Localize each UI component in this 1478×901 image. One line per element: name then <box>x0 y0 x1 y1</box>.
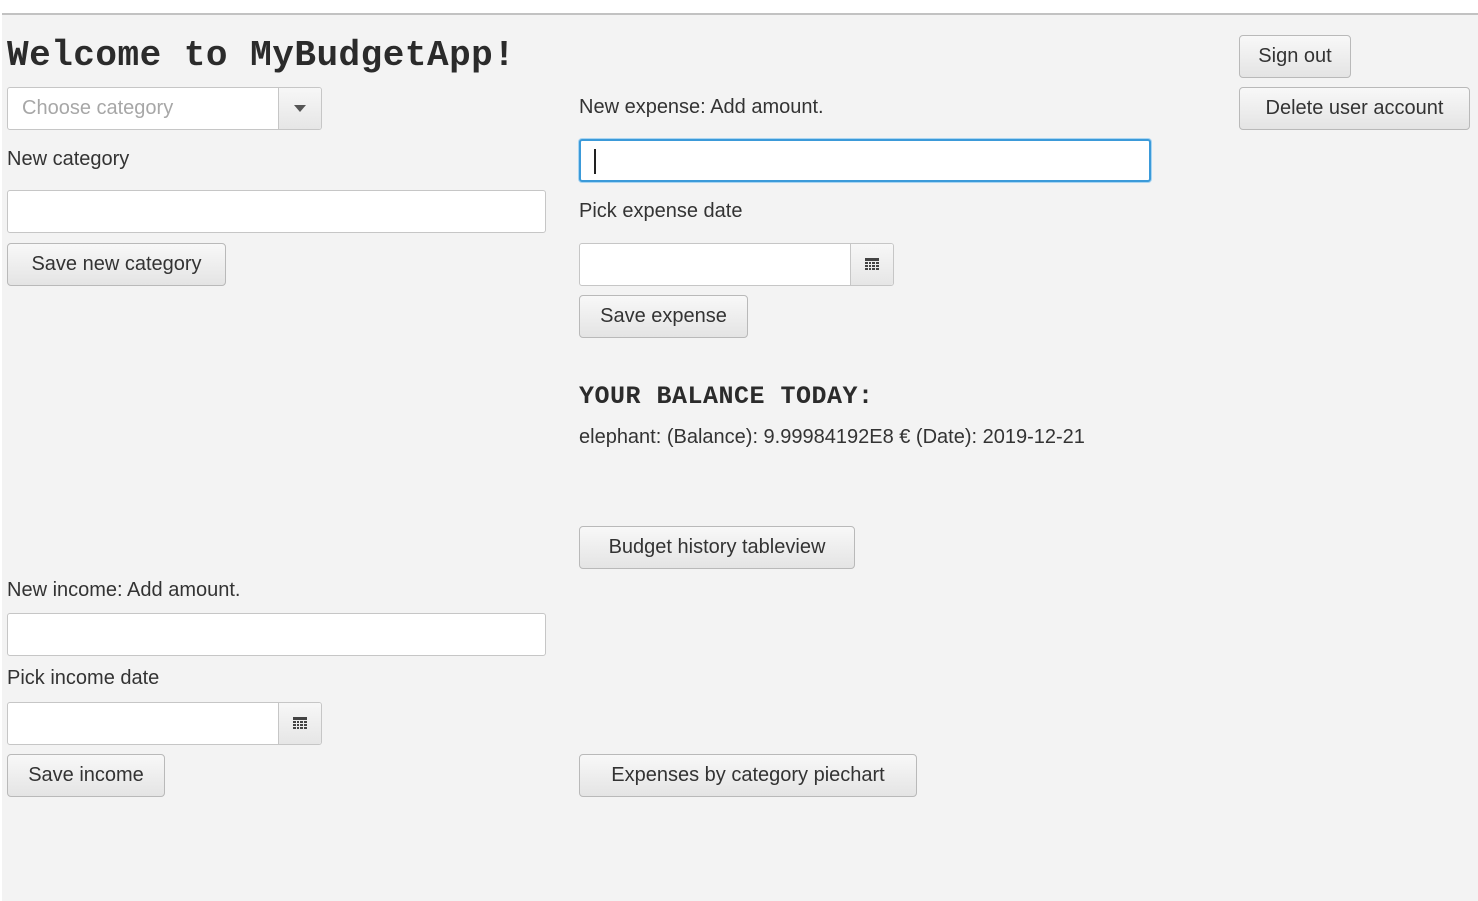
budget-history-button[interactable]: Budget history tableview <box>579 526 855 569</box>
new-category-label: New category <box>7 148 130 170</box>
expense-amount-input[interactable] <box>579 139 1151 182</box>
expense-date-label: Pick expense date <box>579 200 743 222</box>
save-income-button[interactable]: Save income <box>7 754 165 797</box>
expense-date-picker[interactable] <box>579 243 894 286</box>
expense-date-input[interactable] <box>580 244 850 285</box>
expenses-piechart-button[interactable]: Expenses by category piechart <box>579 754 917 797</box>
category-dropdown-button[interactable] <box>278 88 321 129</box>
income-date-picker[interactable] <box>7 702 322 745</box>
sign-out-button[interactable]: Sign out <box>1239 35 1351 78</box>
balance-text: elephant: (Balance): 9.99984192E8 € (Dat… <box>579 426 1085 448</box>
page-title: Welcome to MyBudgetApp! <box>7 35 516 76</box>
app-window: Welcome to MyBudgetApp! Sign out Delete … <box>2 13 1478 901</box>
balance-title: YOUR BALANCE TODAY: <box>579 382 874 411</box>
save-expense-button[interactable]: Save expense <box>579 295 748 338</box>
calendar-icon <box>293 717 307 729</box>
category-select-placeholder: Choose category <box>22 97 174 119</box>
income-calendar-button[interactable] <box>278 703 321 744</box>
income-date-input[interactable] <box>8 703 278 744</box>
income-amount-input[interactable] <box>7 613 546 656</box>
text-caret <box>594 149 596 174</box>
category-select[interactable]: Choose category <box>7 87 322 130</box>
new-category-input[interactable] <box>7 190 546 233</box>
calendar-icon <box>865 258 879 270</box>
chevron-down-icon <box>294 105 306 112</box>
delete-account-button[interactable]: Delete user account <box>1239 87 1470 130</box>
save-category-button[interactable]: Save new category <box>7 243 226 286</box>
expense-calendar-button[interactable] <box>850 244 893 285</box>
income-amount-label: New income: Add amount. <box>7 579 241 601</box>
income-date-label: Pick income date <box>7 667 160 689</box>
expense-amount-label: New expense: Add amount. <box>579 96 824 118</box>
